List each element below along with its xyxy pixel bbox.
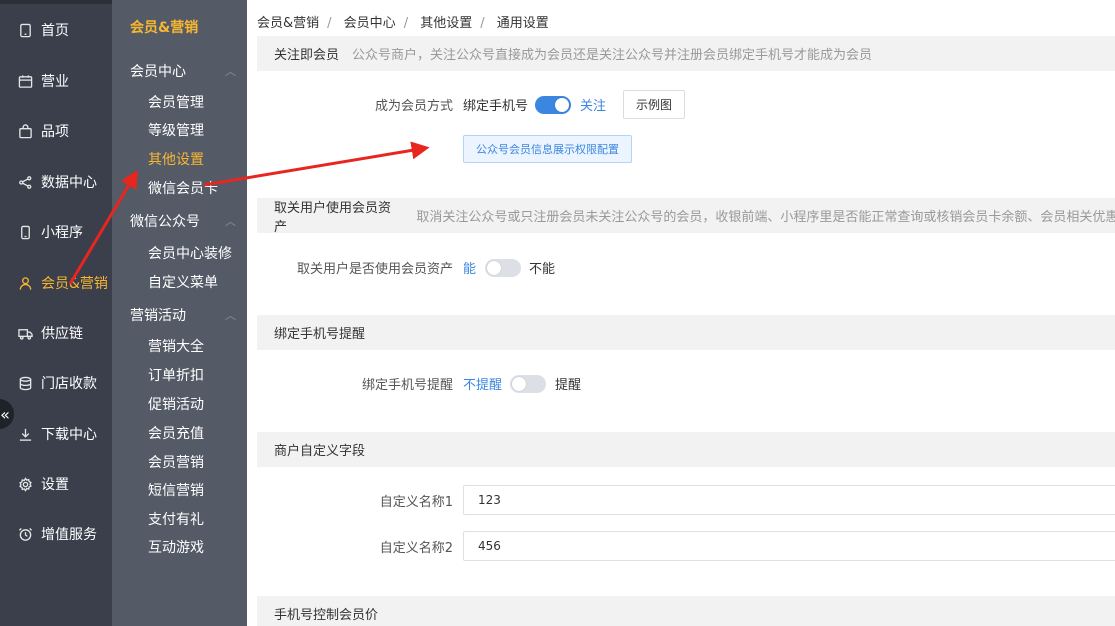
section-header-follow-member: 关注即会员 公众号商户，关注公众号直接成为会员还是关注公众号并注册会员绑定手机号… — [257, 36, 1115, 71]
main-content: 会员&营销 / 会员中心 / 其他设置 / 通用设置 关注即会员 公众号商户，关注公众… — [247, 4, 1115, 626]
calendar-icon — [17, 73, 33, 89]
nav-label: 供应链 — [41, 326, 83, 342]
section-header-custom-fields: 商户自定义字段 — [257, 432, 1115, 467]
sidebar-item-order-discount[interactable]: 订单折扣 — [148, 365, 204, 385]
nav-label: 会员&营销 — [41, 276, 108, 292]
nav-supply-chain[interactable]: 供应链 — [0, 308, 112, 358]
sidebar-item-custom-menu[interactable]: 自定义菜单 — [148, 272, 218, 292]
nav-label: 门店收款 — [41, 376, 97, 392]
nav-business[interactable]: 营业 — [0, 56, 112, 106]
section-description: 取消关注公众号或只注册会员未关注公众号的会员，收银前端、小程序里是否能正常查询或… — [416, 210, 1115, 225]
option-follow[interactable]: 关注 — [580, 95, 606, 114]
sidebar-item-other-settings[interactable]: 其他设置 — [148, 149, 204, 169]
primary-sidebar: 首页 营业 品项 数据中心 小程序 会员&营销 供应链 门店收款 下载中心 设置… — [0, 0, 247, 626]
group-member-center[interactable]: 会员中心 ︿ — [130, 61, 240, 81]
info-permission-config-button[interactable]: 公众号会员信息展示权限配置 — [463, 135, 632, 163]
sidebar-item-wechat-member-card[interactable]: 微信会员卡 — [148, 178, 218, 198]
toggle-knob — [487, 261, 501, 275]
nav-label: 小程序 — [41, 225, 83, 241]
nav-label: 增值服务 — [41, 527, 97, 543]
group-label: 营销活动 — [130, 308, 186, 324]
nav-home[interactable]: 首页 — [0, 5, 112, 55]
breadcrumb-item[interactable]: 会员中心 — [344, 16, 396, 31]
chevron-up-icon: ︿ — [225, 215, 236, 228]
option-cannot[interactable]: 不能 — [529, 258, 555, 277]
nav-label: 下载中心 — [41, 427, 97, 443]
nav-mini-program[interactable]: 小程序 — [0, 207, 112, 257]
member-mode-toggle[interactable] — [535, 96, 571, 114]
phone-icon — [17, 224, 33, 240]
truck-icon — [17, 325, 33, 341]
nav-store-payment[interactable]: 门店收款 — [0, 358, 112, 408]
tablet-icon — [17, 22, 33, 38]
nav-label: 设置 — [41, 477, 69, 493]
sidebar-item-member-management[interactable]: 会员管理 — [148, 92, 204, 112]
nav-data-center[interactable]: 数据中心 — [0, 157, 112, 207]
section-header-phone-member-price: 手机号控制会员价 — [257, 596, 1115, 626]
alarm-icon — [17, 526, 33, 542]
breadcrumb-item[interactable]: 会员&营销 — [257, 16, 319, 31]
nav-value-added[interactable]: 增值服务 — [0, 509, 112, 559]
custom-field-1-input[interactable]: 123 — [463, 485, 1115, 515]
nav-items[interactable]: 品项 — [0, 106, 112, 156]
section-title: 关注即会员 — [274, 48, 340, 63]
nav-settings[interactable]: 设置 — [0, 459, 112, 509]
option-bind-phone[interactable]: 绑定手机号 — [463, 95, 528, 114]
breadcrumb: 会员&营销 / 会员中心 / 其他设置 / 通用设置 — [257, 16, 549, 31]
section-title: 取关用户使用会员资产 — [274, 200, 392, 235]
member-mode-label: 成为会员方式 — [374, 99, 453, 114]
sidebar-item-pay-gift[interactable]: 支付有礼 — [148, 509, 204, 529]
section-description: 公众号商户，关注公众号直接成为会员还是关注公众号并注册会员绑定手机号才能成为会员 — [352, 48, 873, 63]
nav-label: 数据中心 — [41, 175, 97, 191]
nav-download-center[interactable]: 下载中心 — [0, 409, 112, 459]
option-can[interactable]: 能 — [463, 258, 476, 277]
unfollow-assets-toggle[interactable] — [485, 259, 521, 277]
database-icon — [17, 375, 33, 391]
example-image-button[interactable]: 示例图 — [623, 90, 685, 119]
sidebar-item-member-center-decor[interactable]: 会员中心装修 — [148, 243, 232, 263]
chevron-up-icon: ︿ — [225, 309, 236, 322]
group-label: 会员中心 — [130, 64, 186, 80]
toggle-knob — [512, 377, 526, 391]
share-icon — [17, 174, 33, 190]
toggle-knob — [555, 98, 569, 112]
group-wechat-official[interactable]: 微信公众号 ︿ — [130, 211, 240, 231]
download-icon — [17, 426, 33, 442]
section-title: 商户自定义字段 — [274, 444, 366, 459]
unfollow-assets-label: 取关用户是否使用会员资产 — [296, 262, 453, 277]
user-icon — [17, 275, 33, 291]
sidebar-item-marketing-all[interactable]: 营销大全 — [148, 336, 204, 356]
nav-label: 首页 — [41, 23, 69, 39]
section-title: 绑定手机号提醒 — [274, 327, 366, 342]
custom-field-2-input[interactable]: 456 — [463, 531, 1115, 561]
bind-phone-reminder-label: 绑定手机号提醒 — [361, 378, 453, 393]
group-marketing[interactable]: 营销活动 ︿ — [130, 305, 240, 325]
nav-label: 营业 — [41, 74, 69, 90]
bind-phone-reminder-toggle[interactable] — [510, 375, 546, 393]
sidebar-item-promotion[interactable]: 促销活动 — [148, 394, 204, 414]
breadcrumb-item[interactable]: 其他设置 — [420, 16, 472, 31]
section-title: 手机号控制会员价 — [274, 608, 379, 623]
option-remind[interactable]: 提醒 — [555, 374, 581, 393]
nav-label: 品项 — [41, 124, 69, 140]
breadcrumb-item: 通用设置 — [496, 16, 549, 31]
sidebar-item-interactive-game[interactable]: 互动游戏 — [148, 537, 204, 557]
sidebar-item-level-management[interactable]: 等级管理 — [148, 120, 204, 140]
gear-icon — [17, 476, 33, 492]
sidebar-item-sms-marketing[interactable]: 短信营销 — [148, 480, 204, 500]
bag-icon — [17, 123, 33, 139]
double-chevron-left-icon: « — [0, 404, 10, 424]
sidebar-item-member-marketing[interactable]: 会员营销 — [148, 452, 204, 472]
option-no-remind[interactable]: 不提醒 — [463, 374, 502, 393]
sidebar-item-member-recharge[interactable]: 会员充值 — [148, 423, 204, 443]
custom-field-1-label: 自定义名称1 — [379, 495, 453, 510]
custom-field-2-label: 自定义名称2 — [379, 541, 453, 556]
secondary-sidebar-title: 会员&营销 — [130, 20, 199, 36]
chevron-up-icon: ︿ — [225, 65, 236, 78]
section-header-bind-phone-reminder: 绑定手机号提醒 — [257, 315, 1115, 350]
secondary-sidebar: 会员&营销 会员中心 ︿ 会员管理 等级管理 其他设置 微信会员卡 微信公众号 … — [112, 0, 247, 626]
section-header-unfollow-assets: 取关用户使用会员资产 取消关注公众号或只注册会员未关注公众号的会员，收银前端、小… — [257, 198, 1115, 235]
nav-member-marketing[interactable]: 会员&营销 — [0, 258, 112, 308]
group-label: 微信公众号 — [130, 214, 200, 230]
